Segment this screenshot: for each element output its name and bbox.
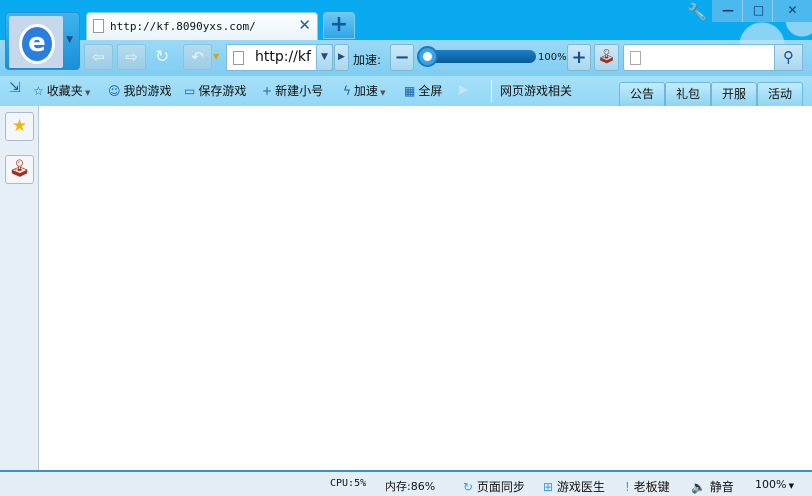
maximize-button[interactable]: □	[742, 0, 774, 22]
bookmark-label: 我的游戏	[123, 84, 172, 98]
search-input[interactable]	[623, 44, 775, 71]
boss-key-button[interactable]: ! 老板键	[625, 478, 670, 495]
joystick-icon[interactable]: 🕹	[5, 155, 34, 184]
speed-label: 加速:	[353, 53, 382, 67]
speaker-icon: 🔈	[691, 480, 706, 494]
bookmark-label: 全屏	[418, 84, 443, 98]
minimize-button[interactable]: —	[712, 0, 744, 22]
new-tab-button[interactable]: +	[323, 12, 355, 39]
address-input[interactable]: http://kf	[255, 49, 311, 65]
smiley-icon: ☺	[108, 84, 121, 98]
divider	[491, 80, 492, 102]
speed-increase-button[interactable]: +	[567, 44, 591, 71]
undo-button[interactable]: ↶	[183, 44, 212, 70]
boss-key-label: 老板键	[633, 480, 670, 494]
speed-percent: 100%	[538, 52, 567, 63]
zoom-dropdown[interactable]: 100% ▼	[755, 478, 794, 491]
chevron-down-icon: ▼	[66, 35, 73, 45]
bookmark-label: 收藏夹	[46, 84, 83, 98]
plus-icon: +	[262, 84, 273, 98]
page-content	[39, 106, 812, 470]
joystick-button[interactable]: 🕹	[594, 44, 619, 71]
bookmark-label: 保存游戏	[198, 84, 247, 98]
page-icon	[233, 51, 244, 65]
bookmark-label: 新建小号	[275, 84, 324, 98]
page-sync-button[interactable]: ↻ 页面同步	[463, 478, 525, 495]
tab-gift[interactable]: 礼包	[665, 82, 711, 106]
address-dropdown-button[interactable]: ▼	[316, 44, 333, 71]
page-icon	[93, 19, 104, 33]
bookmark-favorites[interactable]: ☆ 收藏夹 ▼	[33, 82, 90, 99]
bookmark-accelerate[interactable]: ϟ 加速 ▼	[343, 82, 386, 99]
cpu-usage: CPU:5%	[330, 478, 367, 489]
folder-icon: ▭	[184, 84, 196, 98]
tab-announcement[interactable]: 公告	[619, 82, 665, 106]
bookmark-label: 加速	[353, 84, 378, 98]
search-engine-icon[interactable]	[630, 51, 641, 65]
go-button[interactable]: ▶	[334, 44, 349, 71]
favorites-star-icon[interactable]: ★	[5, 112, 34, 141]
speed-slider-handle[interactable]	[417, 46, 438, 67]
logo-icon: e	[19, 24, 55, 64]
dropdown-icon[interactable]: ▼	[213, 52, 219, 61]
tab-title: http://kf.8090yxs.com/	[110, 20, 256, 33]
wrench-icon[interactable]: 🔧	[687, 2, 707, 21]
sync-label: 页面同步	[476, 480, 525, 494]
tab-server-open[interactable]: 开服	[711, 82, 757, 106]
edit-bookmark-icon[interactable]: ⇲	[9, 80, 21, 96]
more-arrow-icon[interactable]: ▶	[459, 82, 468, 96]
forward-button[interactable]: ⇨	[117, 44, 146, 70]
close-button[interactable]: ✕	[772, 0, 812, 22]
main-menu-button[interactable]: e ▼	[5, 12, 80, 70]
fullscreen-icon: ▦	[404, 84, 416, 98]
speed-decrease-button[interactable]: −	[390, 44, 414, 71]
bookmark-save-game[interactable]: ▭ 保存游戏	[184, 82, 246, 99]
mute-button[interactable]: 🔈 静音	[691, 478, 734, 495]
tab-active[interactable]: http://kf.8090yxs.com/ ✕	[86, 12, 318, 40]
zoom-value: 100%	[755, 478, 787, 491]
memory-usage: 内存:86%	[385, 480, 436, 493]
refresh-icon[interactable]: ↻	[155, 47, 169, 67]
lightning-icon: ϟ	[343, 84, 351, 98]
close-tab-icon[interactable]: ✕	[298, 16, 311, 34]
boss-key-icon: !	[625, 480, 630, 494]
back-button[interactable]: ⇦	[84, 44, 113, 70]
game-doctor-button[interactable]: ⊞ 游戏医生	[543, 478, 605, 495]
search-button[interactable]: ⚲	[774, 44, 803, 71]
mute-label: 静音	[709, 480, 734, 494]
bookmark-my-games[interactable]: ☺ 我的游戏	[108, 82, 172, 99]
star-icon: ☆	[33, 84, 44, 98]
tab-activity[interactable]: 活动	[757, 82, 803, 106]
doctor-icon: ⊞	[543, 480, 554, 494]
sync-icon: ↻	[463, 480, 474, 494]
web-games-related-link[interactable]: 网页游戏相关	[500, 82, 572, 99]
bookmark-new-account[interactable]: + 新建小号	[262, 82, 323, 99]
doctor-label: 游戏医生	[556, 480, 605, 494]
bookmark-fullscreen[interactable]: ▦ 全屏	[404, 82, 442, 99]
